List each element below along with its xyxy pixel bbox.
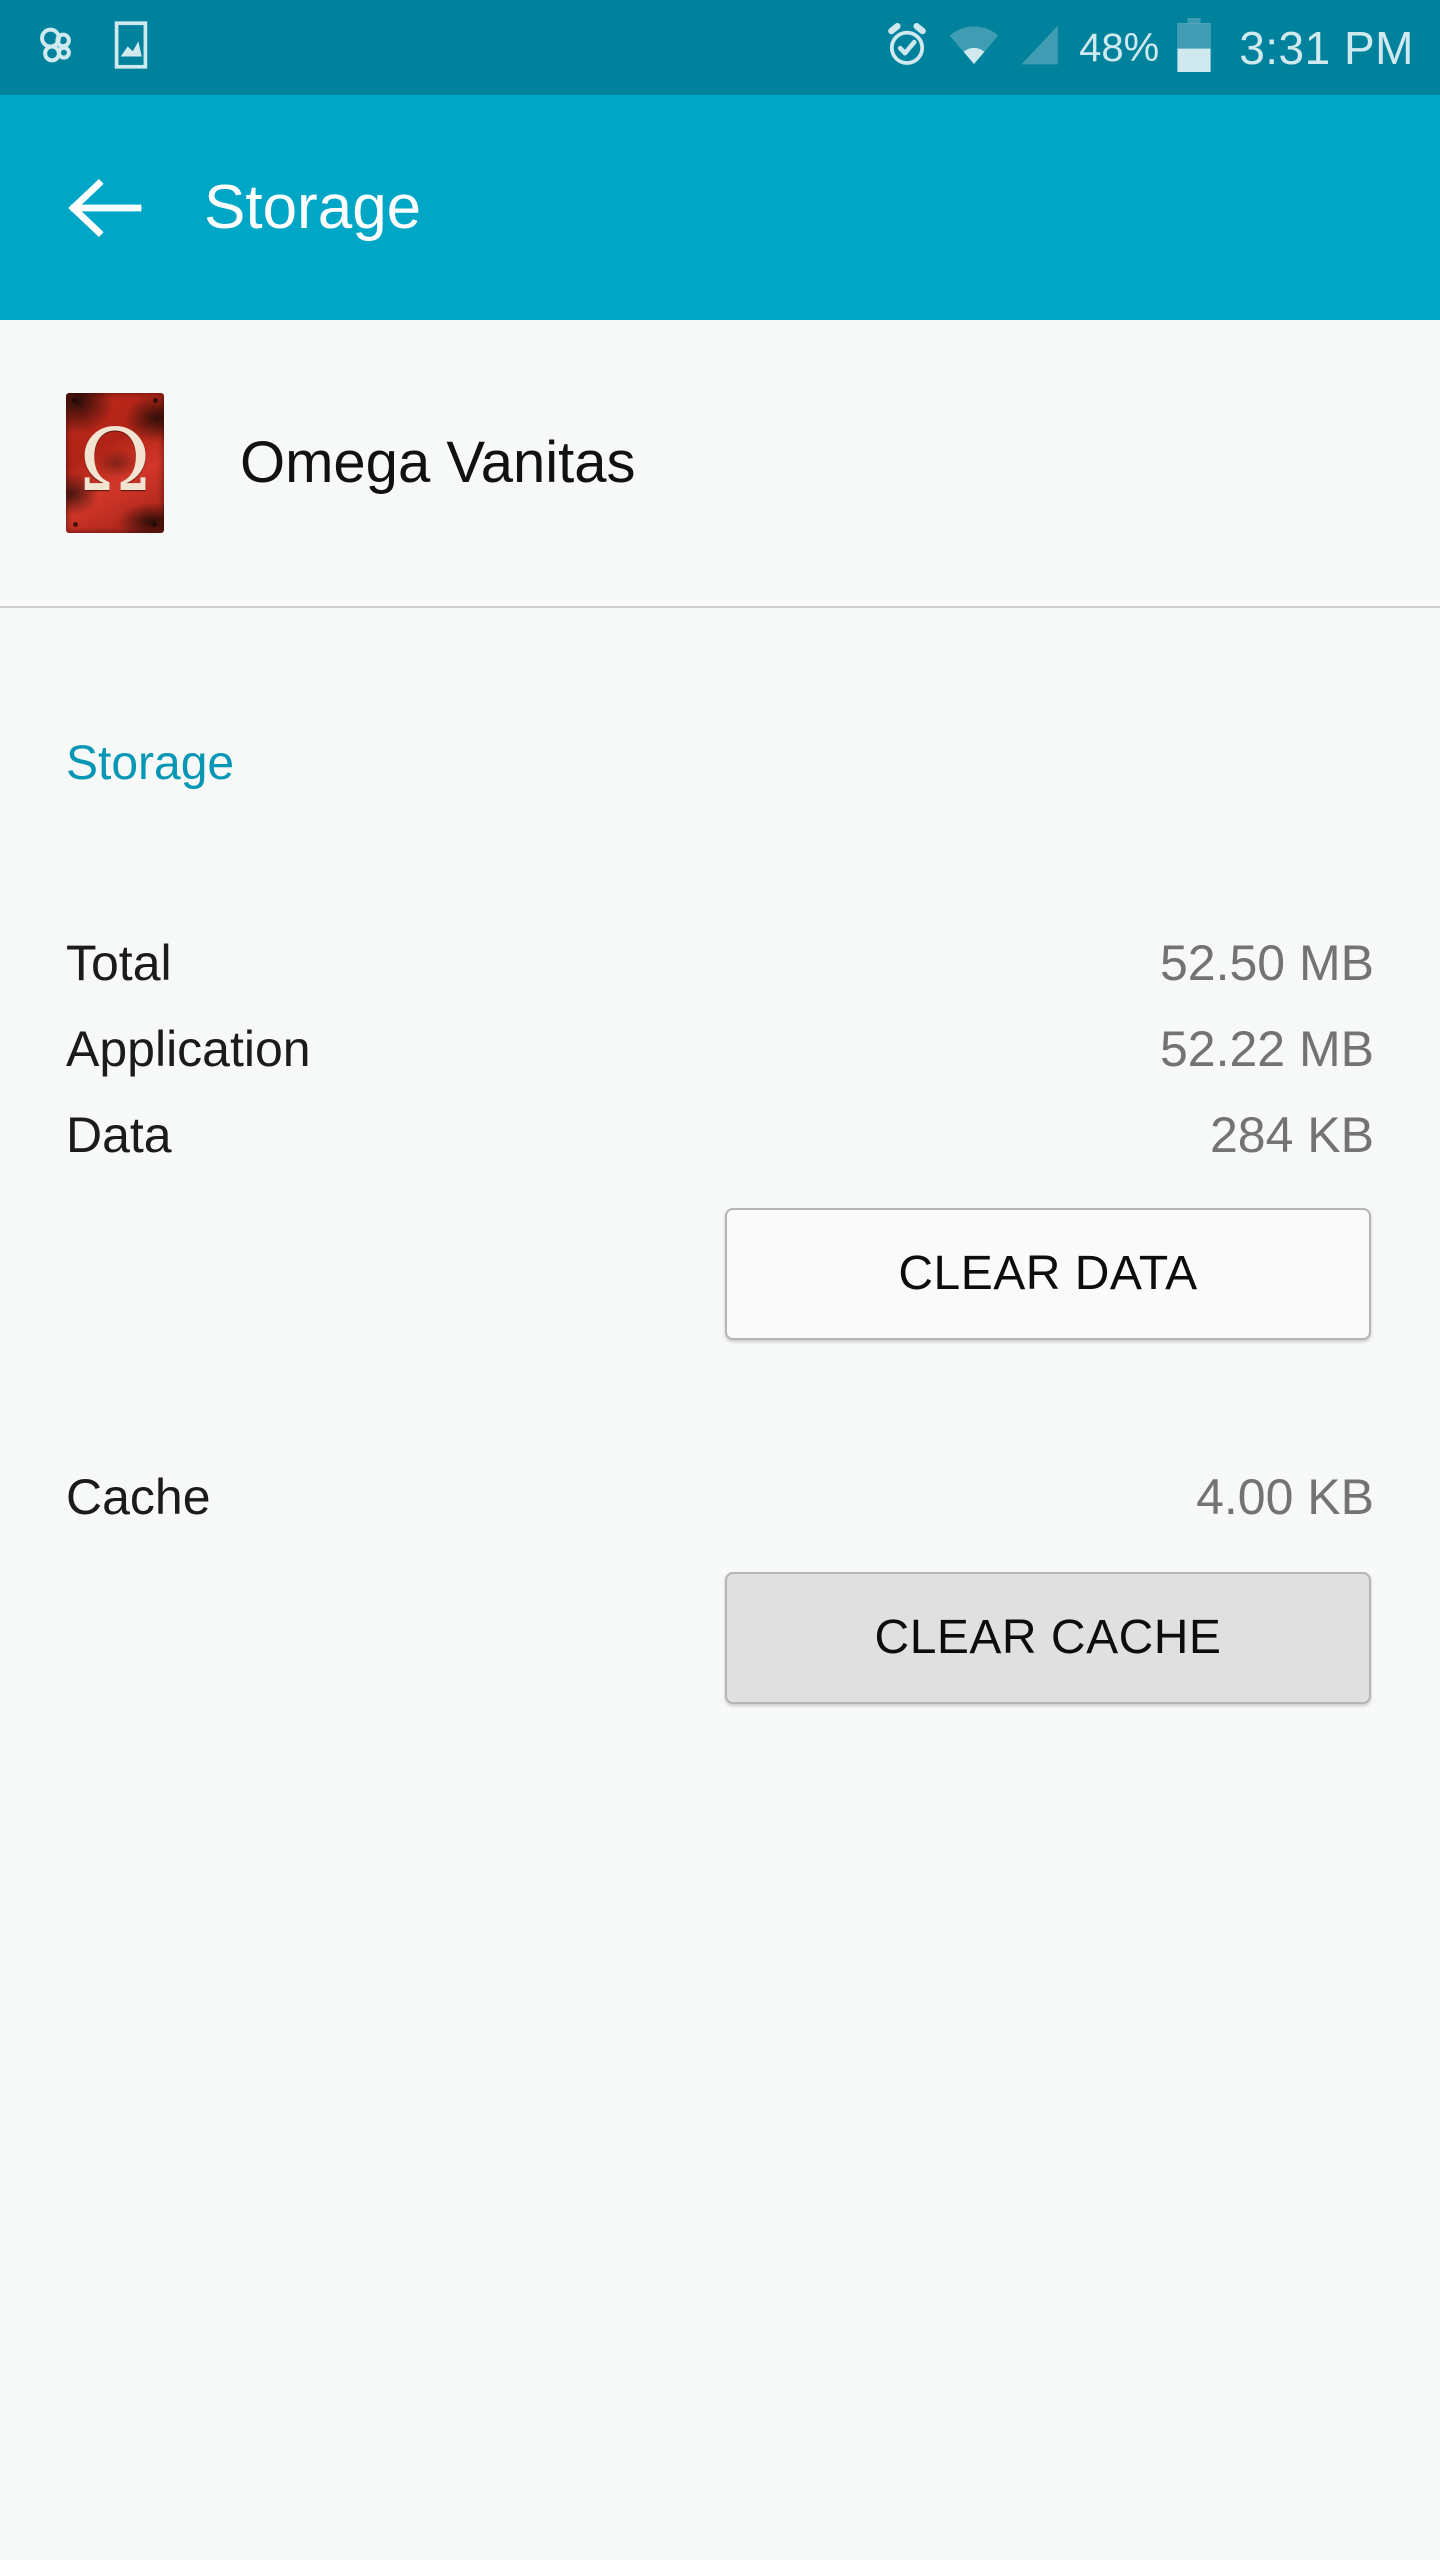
- alarm-clock-icon: [883, 21, 931, 74]
- wifi-icon: [949, 24, 999, 71]
- app-name-label: Omega Vanitas: [240, 430, 636, 495]
- clear-cache-button-label: CLEAR CACHE: [874, 1611, 1222, 1664]
- storage-row-data: Data 284 KB: [66, 1110, 1374, 1160]
- group-notification-icon: [34, 22, 80, 73]
- battery-icon: [1175, 18, 1213, 77]
- storage-row-total: Total 52.50 MB: [66, 938, 1374, 988]
- clear-data-button-label: CLEAR DATA: [898, 1247, 1198, 1300]
- clear-cache-button[interactable]: CLEAR CACHE: [725, 1572, 1371, 1704]
- page-title: Storage: [204, 172, 422, 242]
- status-bar: 48% 3:31 PM: [0, 0, 1440, 95]
- battery-percent-label: 48%: [1079, 25, 1160, 70]
- back-arrow-icon: [68, 178, 142, 237]
- cellular-signal-icon: [1017, 24, 1061, 71]
- storage-row-cache: Cache 4.00 KB: [66, 1472, 1374, 1522]
- screenshot-image-icon: [114, 21, 148, 74]
- storage-row-application-value: 52.22 MB: [1159, 1021, 1374, 1077]
- action-bar: Storage: [0, 95, 1440, 320]
- storage-row-data-value: 284 KB: [1209, 1107, 1374, 1163]
- storage-row-data-label: Data: [66, 1107, 172, 1163]
- storage-row-application-label: Application: [66, 1021, 311, 1077]
- storage-row-cache-label: Cache: [66, 1469, 211, 1525]
- storage-row-total-value: 52.50 MB: [1159, 935, 1374, 991]
- app-icon: Ω: [66, 393, 164, 533]
- status-bar-clock: 3:31 PM: [1239, 21, 1414, 74]
- storage-row-total-label: Total: [66, 935, 172, 991]
- back-button[interactable]: [58, 162, 150, 254]
- clear-data-button[interactable]: CLEAR DATA: [725, 1208, 1371, 1340]
- storage-row-application: Application 52.22 MB: [66, 1024, 1374, 1074]
- omega-glyph: Ω: [79, 411, 151, 511]
- status-bar-left-icons: [34, 21, 148, 74]
- storage-content: Storage Total 52.50 MB Application 52.22…: [0, 610, 1440, 2560]
- storage-settings-screen: 48% 3:31 PM Storage Ω Omega Vanitas Stor…: [0, 0, 1440, 2560]
- storage-row-cache-value: 4.00 KB: [1196, 1469, 1374, 1525]
- storage-section-header: Storage: [66, 737, 235, 790]
- app-header: Ω Omega Vanitas: [0, 320, 1440, 608]
- status-bar-right-icons: 48% 3:31 PM: [883, 18, 1414, 77]
